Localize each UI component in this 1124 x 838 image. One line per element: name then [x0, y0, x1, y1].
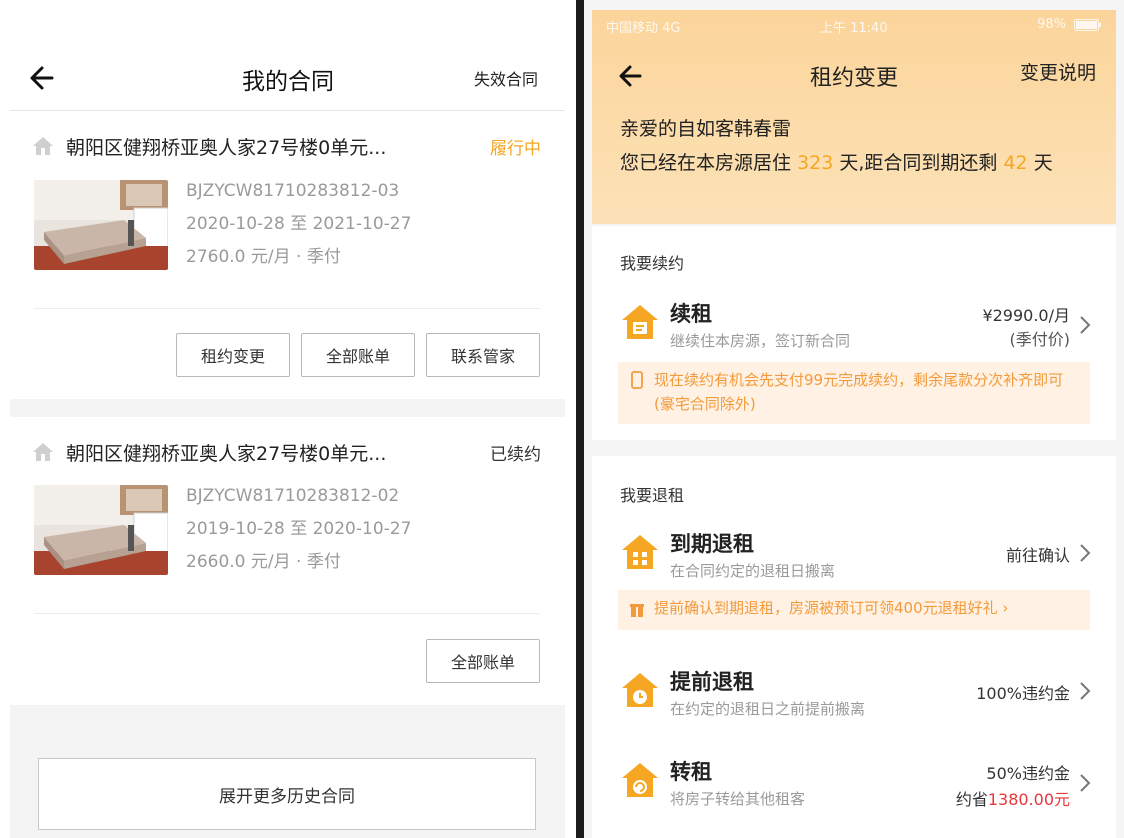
sublet-option[interactable]: 转租 将房子转给其他租客 50%违约金 约省1380.00元 — [592, 746, 1116, 822]
contract-card[interactable]: 朝阳区健翔桥亚奥人家27号楼0单元... 履行中 BJZYCW817102838… — [10, 111, 565, 399]
phone-icon — [631, 371, 643, 389]
option-penalty: 50%违约金 — [986, 764, 1070, 783]
chevron-right-icon — [1080, 682, 1091, 700]
contract-address: 朝阳区健翔桥亚奥人家27号楼0单元... — [66, 443, 387, 465]
contract-meta: BJZYCW81710283812-03 2020-10-28 至 2021-1… — [186, 175, 411, 274]
saving-amount: 1380.00元 — [987, 790, 1070, 809]
header: 我的合同 失效合同 — [0, 0, 576, 110]
contract-code: BJZYCW81710283812-03 — [186, 181, 400, 201]
stay-middle: 天,距合同到期还剩 — [839, 152, 998, 174]
chevron-right-icon — [1080, 544, 1091, 562]
battery-label: 98% — [1037, 17, 1066, 32]
lease-change-screen: 中国移动 4G 上午 11:40 98% 租约变更 变更说明 亲爱的自如客韩春雷… — [584, 0, 1124, 838]
house-icon — [33, 443, 53, 461]
expand-history-button[interactable]: 展开更多历史合同 — [38, 758, 536, 830]
invalid-contracts-link[interactable]: 失效合同 — [474, 66, 538, 90]
section-label: 我要退租 — [620, 486, 685, 505]
sublet-house-icon — [622, 763, 658, 797]
renew-section: 我要续约 续租 继续住本房源，签订新合同 ¥2990.0/月 (季付价) 现在续… — [592, 226, 1116, 440]
contract-meta: BJZYCW81710283812-02 2019-10-28 至 2020-1… — [186, 480, 411, 579]
days-left: 42 — [1003, 152, 1028, 174]
clock-house-icon — [622, 673, 658, 707]
lease-change-button[interactable]: 租约变更 — [176, 333, 290, 377]
terminate-section: 我要退租 到期退租 在合同约定的退租日搬离 前往确认 提前确认到期退租，房源被预… — [592, 456, 1116, 838]
clock-label: 上午 11:40 — [820, 21, 888, 36]
early-termination-option[interactable]: 提前退租 在约定的退租日之前提前搬离 100%违约金 — [592, 656, 1116, 726]
section-label: 我要续约 — [620, 254, 685, 273]
contract-card[interactable]: 朝阳区健翔桥亚奥人家27号楼0单元... 已续约 BJZYCW817102838… — [10, 417, 565, 705]
my-contracts-screen: 我的合同 失效合同 朝阳区健翔桥亚奥人家27号楼0单元... 履行中 BJZYC… — [0, 0, 576, 838]
card-divider — [34, 308, 540, 309]
option-penalty: 100%违约金 — [976, 684, 1070, 703]
option-title: 转租 — [670, 760, 712, 784]
contact-manager-button[interactable]: 联系管家 — [426, 333, 540, 377]
card-gap — [10, 399, 565, 417]
terminate-notice[interactable]: 提前确认到期退租，房源被预订可领400元退租好礼 › — [618, 590, 1090, 630]
stay-summary: 您已经在本房源居住 323 天,距合同到期还剩 42 天 — [620, 148, 1090, 178]
contract-code: BJZYCW81710283812-02 — [186, 486, 400, 506]
renew-option[interactable]: 续租 继续住本房源，签订新合同 ¥2990.0/月 (季付价) — [592, 284, 1116, 358]
contract-price: 2660.0 元/月 · 季付 — [186, 552, 341, 572]
contract-price: 2760.0 元/月 · 季付 — [186, 247, 341, 267]
contract-period: 2019-10-28 至 2020-10-27 — [186, 519, 412, 539]
option-subtitle: 继续住本房源，签订新合同 — [670, 332, 851, 350]
contract-period: 2020-10-28 至 2021-10-27 — [186, 214, 412, 234]
renew-house-icon — [622, 305, 658, 339]
card-divider — [34, 613, 540, 614]
house-icon — [33, 137, 53, 155]
notice-text: 现在续约有机会先支付99元完成续约，剩余尾款分次补齐即可(豪宅合同除外) — [654, 371, 1064, 413]
carrier-label: 中国移动 4G — [606, 21, 681, 36]
expiry-termination-option[interactable]: 到期退租 在合同约定的退租日搬离 前往确认 — [592, 518, 1116, 588]
room-thumbnail — [34, 180, 168, 270]
option-title: 到期退租 — [670, 532, 754, 556]
renew-notice: 现在续约有机会先支付99元完成续约，剩余尾款分次补齐即可(豪宅合同除外) — [618, 362, 1090, 424]
days-lived: 323 — [797, 152, 834, 174]
option-title: 提前退租 — [670, 670, 754, 694]
saving-prefix: 约省 — [955, 790, 988, 809]
change-explanation-link[interactable]: 变更说明 — [1020, 58, 1096, 85]
header-banner: 中国移动 4G 上午 11:40 98% 租约变更 变更说明 亲爱的自如客韩春雷… — [592, 10, 1116, 224]
gift-icon — [630, 604, 644, 617]
chevron-right-icon — [1080, 774, 1091, 792]
battery-icon — [1074, 19, 1101, 31]
contract-address: 朝阳区健翔桥亚奥人家27号楼0单元... — [66, 137, 387, 159]
chevron-right-icon — [1080, 316, 1091, 334]
option-subtitle: 在约定的退租日之前提前搬离 — [670, 700, 866, 718]
option-action: 前往确认 — [1005, 546, 1070, 565]
option-subtitle: 将房子转给其他租客 — [670, 790, 806, 808]
all-bills-button[interactable]: 全部账单 — [301, 333, 415, 377]
stay-prefix: 您已经在本房源居住 — [620, 152, 792, 174]
building-icon — [622, 535, 658, 569]
screen-separator — [576, 0, 584, 838]
contract-status-badge: 履行中 — [490, 139, 541, 159]
stay-suffix: 天 — [1033, 152, 1053, 174]
renew-price-note: (季付价) — [1009, 330, 1071, 349]
option-saving: 约省1380.00元 — [956, 786, 1070, 810]
option-subtitle: 在合同约定的退租日搬离 — [670, 562, 836, 580]
notice-text: 提前确认到期退租，房源被预订可领400元退租好礼 › — [654, 599, 1009, 617]
greeting-text: 亲爱的自如客韩春雷 — [620, 118, 792, 140]
room-thumbnail — [34, 485, 168, 575]
renew-price: ¥2990.0/月 — [982, 306, 1070, 325]
option-title: 续租 — [670, 302, 712, 326]
all-bills-button[interactable]: 全部账单 — [426, 639, 540, 683]
contract-status-badge: 已续约 — [490, 445, 541, 465]
status-bar: 中国移动 4G 上午 11:40 98% — [592, 10, 1116, 40]
